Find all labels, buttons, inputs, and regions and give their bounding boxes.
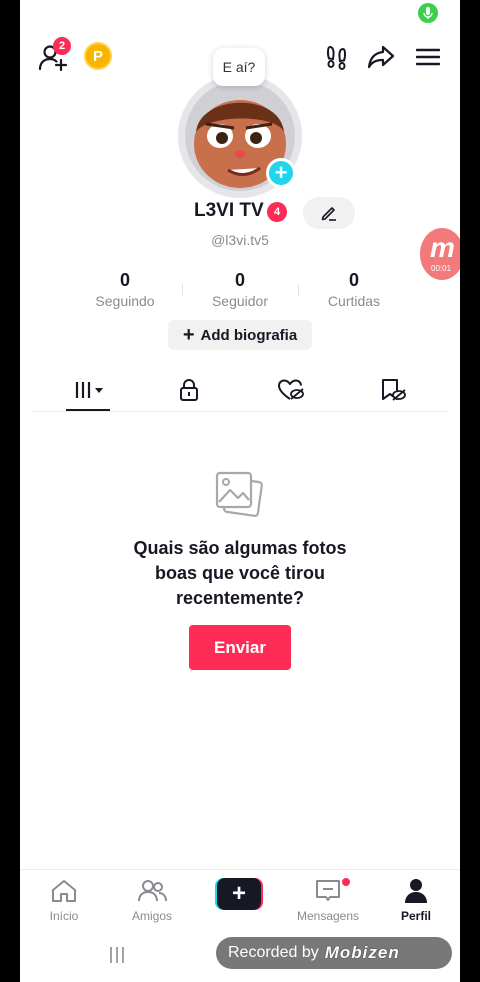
empty-title-line: boas que você tirou — [154, 563, 326, 583]
active-tab-indicator — [66, 409, 110, 411]
profile-screen: 2 P + E aí? L3VI TV 4 @l3vi.tv5 0 Seguin… — [20, 0, 460, 982]
mic-indicator-icon — [418, 3, 438, 23]
nav-inbox[interactable]: Mensagens — [284, 878, 372, 923]
stat-followers[interactable]: 0 Seguidor — [190, 270, 290, 309]
lock-icon — [180, 379, 198, 401]
likes-label: Curtidas — [327, 293, 381, 309]
add-bio-label: Add biografia — [200, 326, 298, 344]
profile-handle: @l3vi.tv5 — [211, 232, 269, 248]
recorder-logo: m — [430, 232, 455, 263]
photos-icon — [212, 468, 268, 524]
following-label: Seguindo — [95, 293, 155, 309]
pencil-icon — [321, 207, 336, 221]
coins-icon[interactable]: P — [84, 42, 112, 70]
home-icon — [52, 880, 76, 902]
stat-divider — [298, 284, 299, 296]
add-bio-button[interactable]: + Add biografia — [168, 320, 312, 350]
name-count-badge: 4 — [267, 202, 287, 222]
recorded-by-label: Recorded by — [228, 944, 319, 961]
person-icon — [405, 879, 427, 903]
empty-state-title: Quais são algumas fotos boas que você ti… — [20, 536, 460, 611]
followers-label: Seguidor — [211, 293, 269, 309]
screen-recorder-widget[interactable]: m 00:01 — [420, 228, 460, 280]
tab-saved[interactable] — [376, 374, 410, 406]
nav-profile[interactable]: Perfil — [372, 878, 460, 923]
nav-profile-label: Perfil — [400, 909, 431, 923]
nav-inbox-label: Mensagens — [296, 909, 360, 923]
nav-home[interactable]: Início — [20, 878, 108, 923]
tab-posts[interactable] — [64, 374, 114, 406]
nav-home-label: Início — [49, 909, 79, 923]
create-button[interactable]: + — [215, 878, 263, 910]
hidden-bookmark-icon — [382, 379, 406, 401]
tab-private[interactable] — [174, 374, 204, 406]
hamburger-menu-icon — [416, 48, 440, 66]
add-avatar-story-button[interactable]: + — [266, 158, 296, 188]
send-button[interactable]: Enviar — [189, 625, 291, 670]
plus-icon: + — [182, 324, 195, 346]
recorder-timer: 00:01 — [431, 264, 452, 273]
following-count: 0 — [119, 270, 130, 290]
share-arrow-icon — [367, 45, 395, 69]
recent-apps-icon[interactable] — [108, 945, 126, 965]
friends-icon — [138, 880, 167, 902]
edit-profile-button[interactable] — [303, 197, 355, 229]
greeting-bubble: E aí? — [213, 48, 265, 86]
footprints-icon — [326, 45, 347, 70]
grid-icon — [75, 382, 103, 398]
empty-title-line: Quais são algumas fotos — [133, 538, 347, 558]
stat-likes[interactable]: 0 Curtidas — [304, 270, 404, 309]
empty-title-line: recentemente? — [175, 588, 305, 608]
inbox-icon — [316, 880, 340, 901]
inbox-notification-dot — [342, 878, 350, 886]
stat-following[interactable]: 0 Seguindo — [75, 270, 175, 309]
nav-friends-label: Amigos — [131, 909, 172, 923]
followers-count: 0 — [234, 270, 245, 290]
footprints-button[interactable] — [322, 42, 352, 72]
bottom-nav: Início Amigos + Mensagens Perfil — [20, 869, 460, 932]
likes-count: 0 — [348, 270, 359, 290]
nav-friends[interactable]: Amigos — [108, 878, 196, 923]
recorder-watermark: Recorded by Mobizen — [216, 937, 452, 969]
friend-requests-badge: 2 — [53, 37, 71, 55]
tab-liked[interactable] — [274, 374, 308, 406]
stat-divider — [182, 284, 183, 296]
mobizen-logo: Mobizen — [324, 943, 400, 962]
profile-name: L3VI TV — [194, 200, 264, 221]
share-profile-button[interactable] — [365, 42, 397, 72]
hidden-heart-icon — [278, 379, 304, 400]
menu-button[interactable] — [412, 42, 444, 72]
plus-icon: + — [217, 878, 261, 910]
tab-divider-line — [32, 411, 448, 412]
